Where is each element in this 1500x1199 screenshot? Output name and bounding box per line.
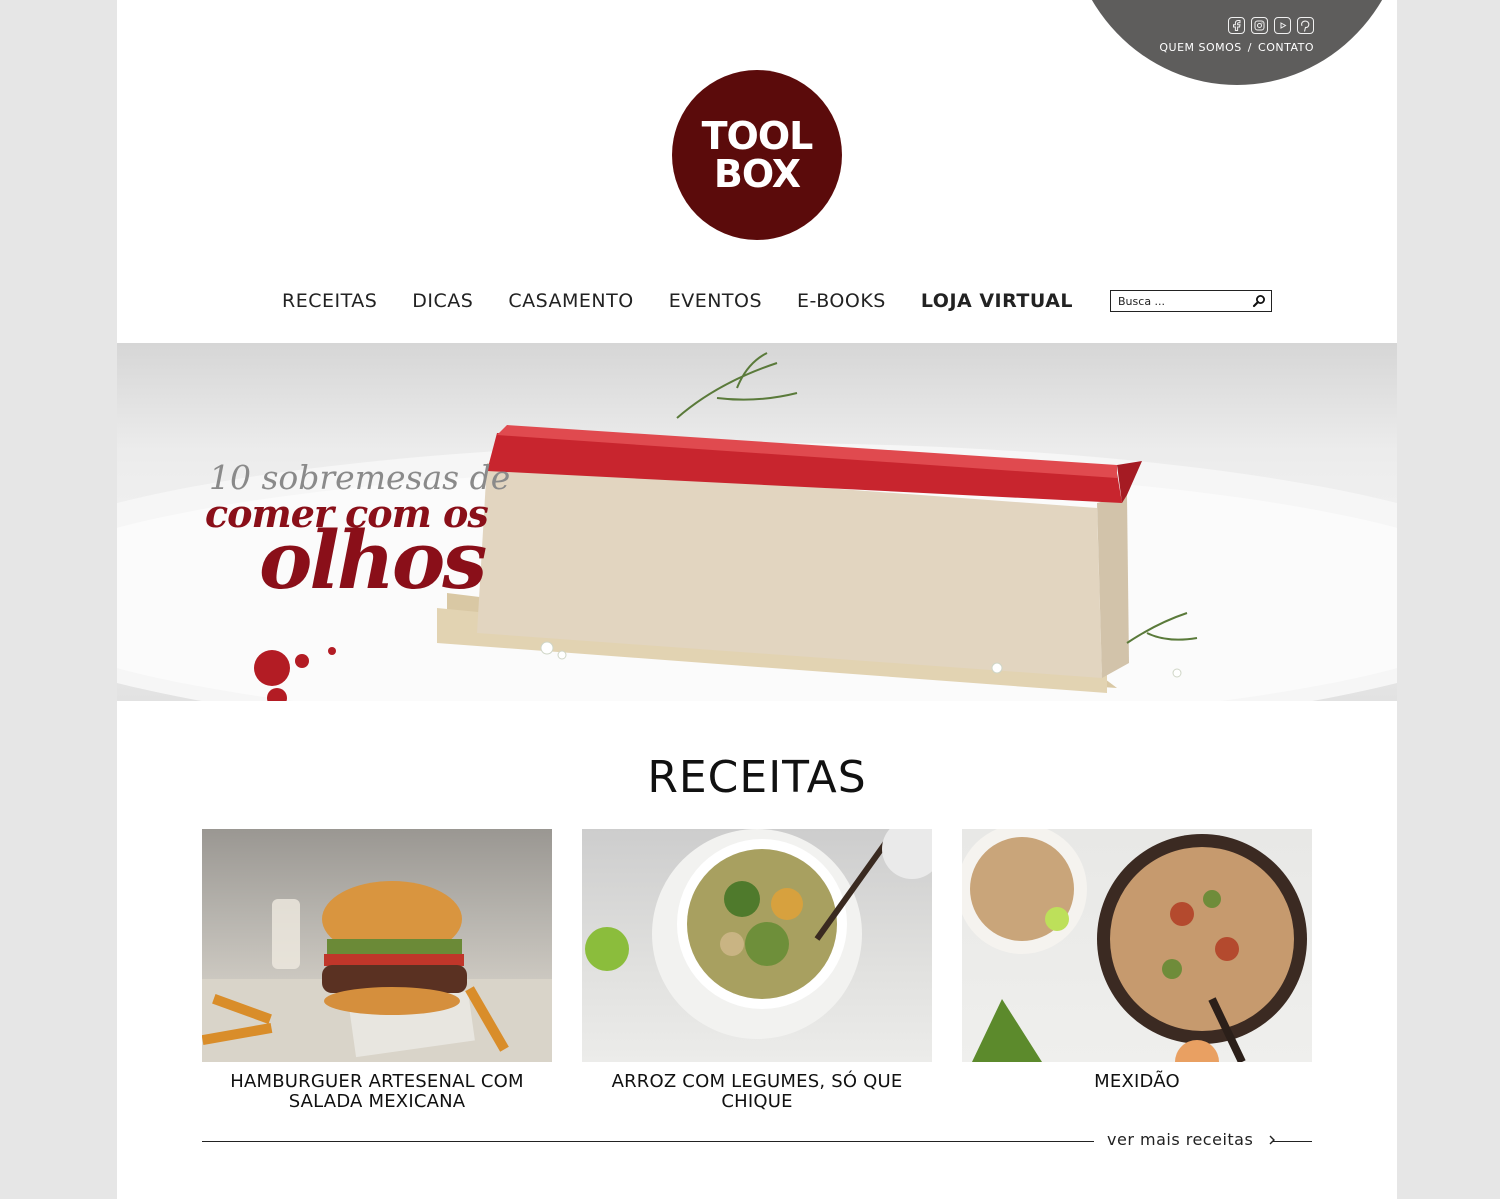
nav-item-eventos[interactable]: EVENTOS [669, 290, 762, 312]
ver-mais-label: ver mais receitas [1107, 1130, 1254, 1149]
hero-banner[interactable]: 10 sobremesas de comer com os olhos [117, 343, 1397, 701]
recipe-title[interactable]: ARROZ COM LEGUMES, SÓ QUE CHIQUE [582, 1072, 932, 1112]
nav-item-casamento[interactable]: CASAMENTO [508, 290, 633, 312]
divider-left [202, 1141, 1094, 1142]
recipe-card[interactable]: ARROZ COM LEGUMES, SÓ QUE CHIQUE [582, 829, 932, 1112]
recipe-cards: HAMBURGUER ARTESENAL COM SALADA MEXICANA… [202, 829, 1312, 1112]
search-box [1110, 290, 1273, 312]
ver-mais-receitas-link[interactable]: ver mais receitas [1107, 1130, 1277, 1149]
main-nav: RECEITAS DICAS CASAMENTO EVENTOS E-BOOKS… [282, 290, 1273, 312]
hero-headline: 10 sobremesas de comer com os olhos [205, 458, 510, 607]
nav-item-ebooks[interactable]: E-BOOKS [797, 290, 886, 312]
recipe-image-rice[interactable] [582, 829, 932, 1062]
hero-line-3: olhos [259, 513, 487, 607]
nav-item-dicas[interactable]: DICAS [412, 290, 473, 312]
recipe-card[interactable]: HAMBURGUER ARTESENAL COM SALADA MEXICANA [202, 829, 552, 1112]
social-links [1228, 17, 1314, 34]
logo-line-2: BOX [713, 152, 801, 196]
search-input[interactable] [1111, 291, 1250, 311]
facebook-icon[interactable] [1228, 17, 1245, 34]
divider-right [1273, 1141, 1312, 1142]
quem-somos-link[interactable]: QUEM SOMOS [1159, 41, 1241, 54]
recipe-image-burger[interactable] [202, 829, 552, 1062]
recipe-card[interactable]: MEXIDÃO [962, 829, 1312, 1112]
contato-link[interactable]: CONTATO [1258, 41, 1314, 54]
nav-item-receitas[interactable]: RECEITAS [282, 290, 377, 312]
recipe-image-mexidao[interactable] [962, 829, 1312, 1062]
pinterest-icon[interactable] [1297, 17, 1314, 34]
search-icon[interactable] [1252, 294, 1266, 308]
toolbox-logo[interactable]: TOOL BOX [672, 70, 842, 240]
ver-mais-row: ver mais receitas [202, 1130, 1312, 1154]
section-title: RECEITAS [647, 752, 867, 803]
top-links-separator: / [1247, 41, 1253, 54]
logo-line-1: TOOL [701, 114, 814, 158]
recipe-title[interactable]: HAMBURGUER ARTESENAL COM SALADA MEXICANA [202, 1072, 552, 1112]
page: QUEM SOMOS / CONTATO TOOL BOX RECEITAS D… [117, 0, 1397, 1199]
youtube-icon[interactable] [1274, 17, 1291, 34]
chevron-right-icon [1269, 1135, 1275, 1145]
instagram-icon[interactable] [1251, 17, 1268, 34]
nav-item-loja-virtual[interactable]: LOJA VIRTUAL [921, 290, 1073, 312]
recipe-title[interactable]: MEXIDÃO [962, 1072, 1312, 1092]
top-links: QUEM SOMOS / CONTATO [1159, 41, 1314, 54]
